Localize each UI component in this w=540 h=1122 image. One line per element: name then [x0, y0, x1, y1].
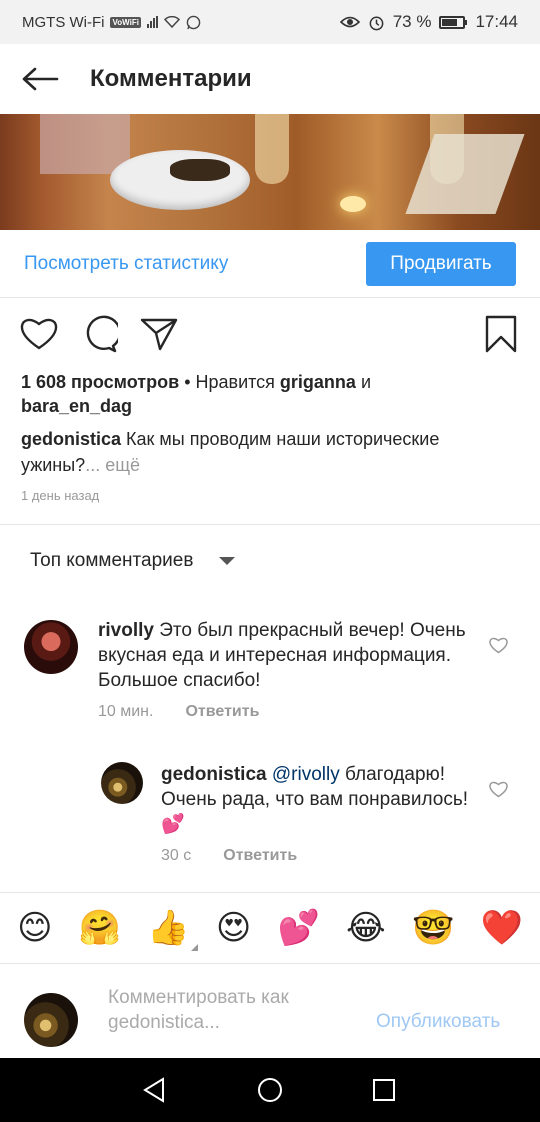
status-right: 73 % 17:44 — [339, 12, 518, 32]
comment-composer: Комментировать как gedonistica... Опубли… — [0, 965, 540, 1058]
top-app-bar: Комментарии — [0, 44, 540, 114]
emoji-tears-of-joy[interactable]: 😂 — [346, 911, 386, 945]
comment-like-button[interactable] — [485, 632, 511, 658]
share-button[interactable] — [137, 310, 181, 358]
comment-time: 10 мин. — [98, 703, 154, 720]
volte-badge: VoWiFi — [110, 16, 141, 28]
like-button[interactable] — [17, 310, 61, 358]
comment-input[interactable]: Комментировать как gedonistica... — [108, 985, 358, 1035]
emoji-red-heart[interactable]: ❤️ — [481, 911, 523, 945]
system-nav-bar — [0, 1058, 540, 1122]
paper-plane-icon — [140, 318, 178, 351]
promote-button[interactable]: Продвигать — [366, 241, 516, 286]
nav-back-button[interactable] — [136, 1072, 172, 1108]
post-image[interactable] — [0, 114, 540, 230]
wifi-icon — [163, 16, 180, 28]
mention-link[interactable]: @rivolly — [272, 764, 340, 785]
post-actions — [0, 310, 540, 360]
alarm-icon — [369, 16, 384, 30]
comment-sort-dropdown[interactable]: Топ комментариев — [30, 538, 236, 584]
views-count[interactable]: 1 608 просмотров — [21, 372, 179, 392]
avatar[interactable] — [101, 762, 143, 804]
page-title: Комментарии — [90, 65, 252, 92]
skin-tone-indicator — [190, 944, 198, 951]
comment-bubble-icon — [86, 315, 118, 353]
emoji-smile[interactable]: 😊 — [17, 911, 52, 945]
battery-percent: 73 % — [392, 12, 432, 31]
reply-button[interactable]: Ответить — [185, 703, 259, 721]
double-hearts-emoji: 💕 — [161, 814, 185, 835]
comment-body: gedonistica @rivolly благодарю! Очень ра… — [161, 762, 473, 837]
comment-text: Это был прекрасный вечер! Очень вкусная … — [98, 620, 466, 691]
caption-author[interactable]: gedonistica — [21, 429, 121, 449]
reply-button[interactable]: Ответить — [223, 847, 297, 865]
liker-link-1[interactable]: griganna — [280, 372, 356, 392]
emoji-heart-eyes[interactable]: 😍 — [216, 911, 251, 945]
back-button[interactable] — [0, 44, 80, 114]
likes-separator: • Нравится — [179, 372, 280, 392]
heart-icon — [488, 781, 508, 797]
emoji-thumbs-up-glyph: 👍 — [147, 908, 190, 948]
signal-icon — [146, 16, 158, 28]
view-insights-link[interactable]: Посмотреть статистику — [24, 253, 228, 275]
post-timestamp: 1 день назад — [21, 488, 100, 503]
status-left: MGTS Wi-Fi VoWiFi — [22, 14, 201, 31]
heart-icon — [20, 318, 58, 350]
comment-username[interactable]: rivolly — [98, 620, 154, 641]
insights-row: Посмотреть статистику Продвигать — [0, 230, 540, 298]
square-recents-icon — [373, 1079, 395, 1101]
bookmark-icon — [485, 315, 517, 353]
arrow-left-icon — [22, 67, 59, 91]
emoji-nerd[interactable]: 🤓 — [412, 911, 454, 945]
nav-recents-button[interactable] — [366, 1072, 402, 1108]
battery-icon — [439, 15, 468, 29]
post-caption: gedonistica Как мы проводим наши историч… — [21, 426, 521, 478]
comment-button[interactable] — [77, 310, 121, 358]
comment-like-button[interactable] — [485, 776, 511, 802]
heart-icon — [488, 637, 508, 653]
emoji-thumbs-up[interactable]: 👍 — [147, 908, 198, 951]
eye-icon — [339, 16, 360, 28]
comment-item: rivolly Это был прекрасный вечер! Очень … — [0, 618, 540, 728]
reply-comment-item: gedonistica @rivolly благодарю! Очень ра… — [0, 762, 540, 872]
nav-home-button[interactable] — [252, 1072, 288, 1108]
save-button[interactable] — [479, 310, 523, 358]
comment-body: rivolly Это был прекрасный вечер! Очень … — [98, 618, 468, 693]
divider — [0, 524, 540, 525]
chevron-down-icon — [219, 557, 236, 565]
clock: 17:44 — [475, 12, 518, 31]
publish-button[interactable]: Опубликовать — [376, 1011, 500, 1033]
carrier-label: MGTS Wi-Fi — [22, 13, 105, 31]
emoji-quick-bar: 😊 🤗 👍 😍 💕 😂 🤓 ❤️ — [0, 892, 540, 964]
avatar[interactable] — [24, 620, 78, 674]
avatar — [24, 993, 78, 1047]
sort-label: Топ комментариев — [30, 550, 194, 571]
likes-and: и — [355, 372, 371, 392]
circle-home-icon — [258, 1078, 282, 1102]
likes-summary: 1 608 просмотров • Нравится griganna и b… — [21, 370, 521, 418]
comment-time: 30 с — [161, 847, 192, 864]
caption-more-link[interactable]: ... ещё — [85, 455, 140, 475]
comment-meta: 30 с Ответить — [161, 847, 297, 865]
emoji-two-hearts[interactable]: 💕 — [278, 911, 320, 945]
triangle-back-icon — [143, 1077, 164, 1103]
comment-meta: 10 мин. Ответить — [98, 703, 259, 721]
whatsapp-icon — [186, 15, 201, 29]
comment-username[interactable]: gedonistica — [161, 764, 267, 785]
status-bar: MGTS Wi-Fi VoWiFi 73 % 17:44 — [0, 0, 540, 44]
emoji-hug[interactable]: 🤗 — [79, 911, 121, 945]
liker-link-2[interactable]: bara_en_dag — [21, 396, 132, 416]
